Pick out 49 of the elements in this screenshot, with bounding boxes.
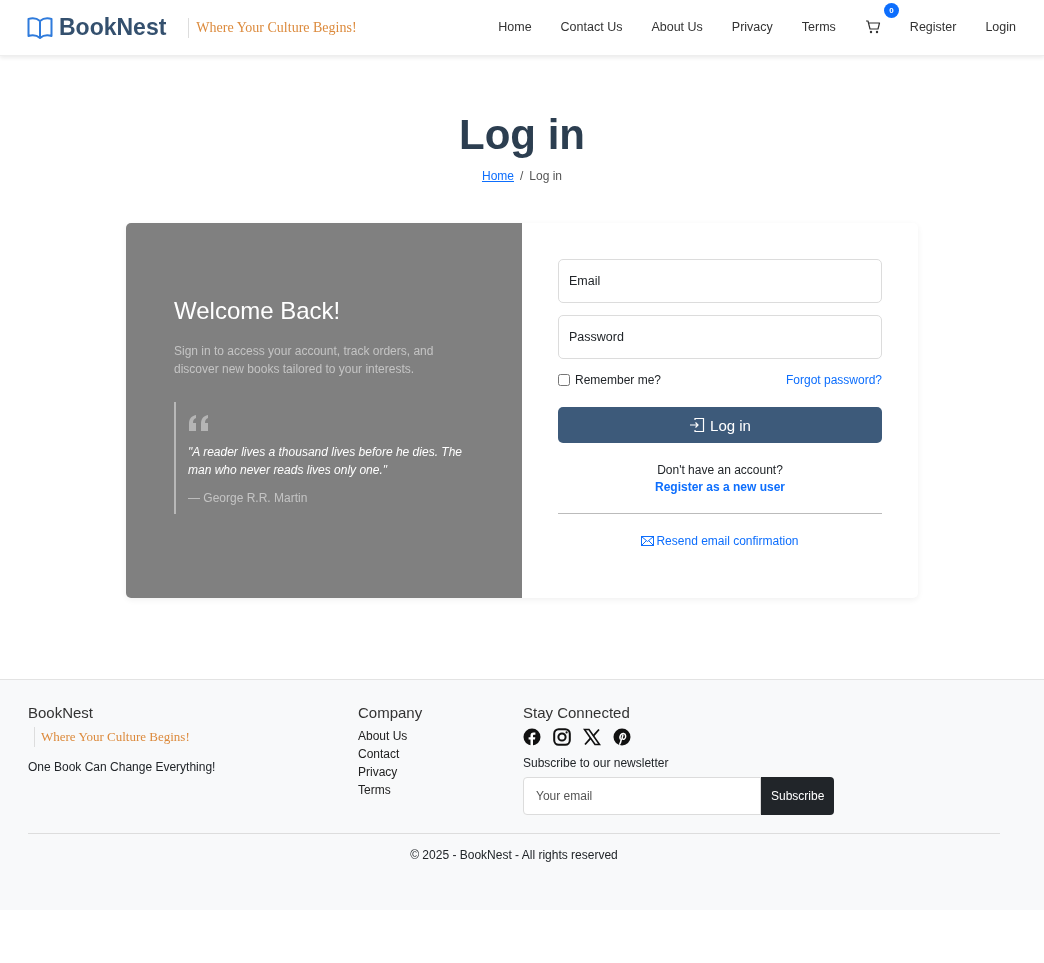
nav-link[interactable]: Home — [498, 19, 532, 34]
breadcrumb-current: Log in — [529, 169, 563, 183]
footer-heading: Company — [358, 704, 424, 721]
footer-link[interactable]: About Us — [358, 727, 523, 745]
checkbox-label: Remember me? — [575, 373, 662, 387]
footer-link[interactable]: Terms — [358, 781, 523, 799]
footer-brand: BookNest — [28, 704, 95, 721]
email-field[interactable]: Your email — [523, 777, 761, 815]
footer-slogan: One Book Can Change Everything! — [28, 760, 217, 774]
resend-confirmation-link[interactable]: Resend email confirmation — [641, 534, 799, 548]
forgot-password-link[interactable]: Forgot password? — [785, 373, 882, 387]
breadcrumb-separator: / — [520, 169, 524, 183]
welcome-text: Sign in to access your account, track orders, and discover new books tailored to your interests. — [174, 343, 435, 378]
nav-link[interactable]: Privacy — [731, 19, 773, 34]
page-title: Log in — [459, 111, 585, 159]
cart-count-badge: 0 — [883, 2, 899, 18]
nav-link[interactable]: About Us — [651, 19, 703, 34]
quote-author: — George R.R. Martin — [188, 491, 309, 505]
login-button[interactable]: Log in — [558, 407, 882, 443]
remember-checkbox[interactable] — [558, 374, 570, 386]
footer-heading: Stay Connected — [523, 704, 631, 721]
brand-link[interactable]: BookNest — [27, 14, 167, 41]
nav-link[interactable]: Login — [985, 19, 1016, 34]
tagline: Where Your Culture Begins! — [188, 17, 357, 38]
sign-in-icon — [689, 417, 706, 433]
tagline: Where Your Culture Begins! — [34, 727, 190, 747]
breadcrumb-link[interactable]: Home — [481, 169, 514, 183]
input-field[interactable]: Email — [558, 259, 882, 303]
cart-icon — [864, 18, 881, 35]
footer-link[interactable]: Contact — [358, 745, 523, 763]
nav-link[interactable]: Terms — [801, 19, 836, 34]
copyright-text: © 2025 - BookNest - All rights reserved — [28, 833, 1000, 862]
subscribe-button[interactable]: Subscribe — [761, 777, 835, 815]
facebook-icon[interactable] — [523, 728, 541, 746]
book-icon — [27, 16, 53, 39]
newsletter-label: Subscribe to our newsletter — [523, 756, 670, 770]
no-account-text: Don't have an account? — [657, 463, 783, 477]
input-field[interactable]: Password — [558, 315, 882, 359]
welcome-title: Welcome Back! — [174, 297, 342, 325]
envelope-icon — [641, 536, 655, 546]
footer-link[interactable]: Privacy — [358, 763, 523, 781]
nav-link[interactable]: Register — [909, 19, 957, 34]
x-icon[interactable] — [583, 728, 601, 746]
register-link[interactable]: Register as a new user — [654, 480, 786, 494]
quote-icon — [188, 414, 210, 432]
instagram-icon[interactable] — [553, 728, 571, 746]
nav-link[interactable]: Contact Us — [560, 19, 623, 34]
pinterest-icon[interactable] — [613, 728, 631, 746]
quote-text: "A reader lives a thousand lives before he dies. The man who never reads lives only one." — [188, 444, 463, 479]
